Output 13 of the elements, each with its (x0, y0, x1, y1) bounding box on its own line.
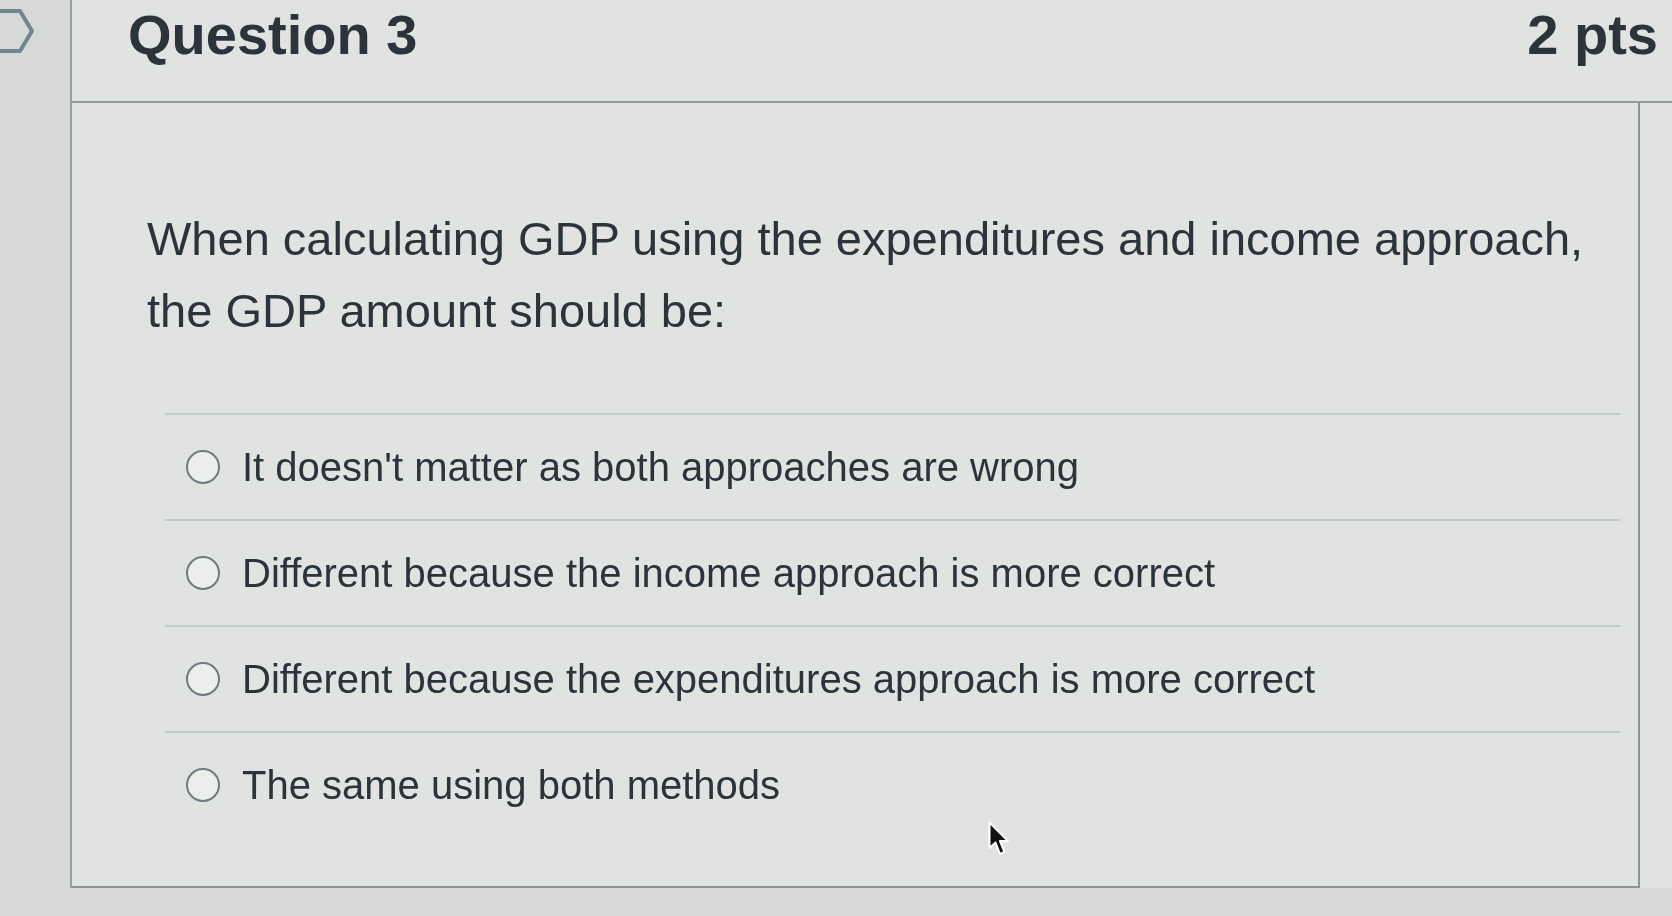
radio-button[interactable] (186, 662, 220, 696)
question-title: Question 3 (128, 2, 418, 68)
radio-button[interactable] (186, 556, 220, 590)
question-text: When calculating GDP using the expenditures and income approach, the GDP amount should be: (147, 211, 1585, 339)
radio-button[interactable] (186, 768, 220, 802)
answer-text[interactable]: It doesn't matter as both approaches are wrong (242, 442, 1079, 492)
answer-text[interactable]: Different because the expenditures approach is more correct (242, 654, 1316, 704)
answer-text[interactable]: The same using both methods (242, 760, 781, 810)
points-label: 2 pts (1527, 2, 1658, 68)
answer-text[interactable]: Different because the income approach is more correct (242, 548, 1216, 598)
cursor-icon (988, 821, 1010, 857)
radio-button[interactable] (186, 450, 220, 484)
tag-icon[interactable] (0, 8, 34, 54)
